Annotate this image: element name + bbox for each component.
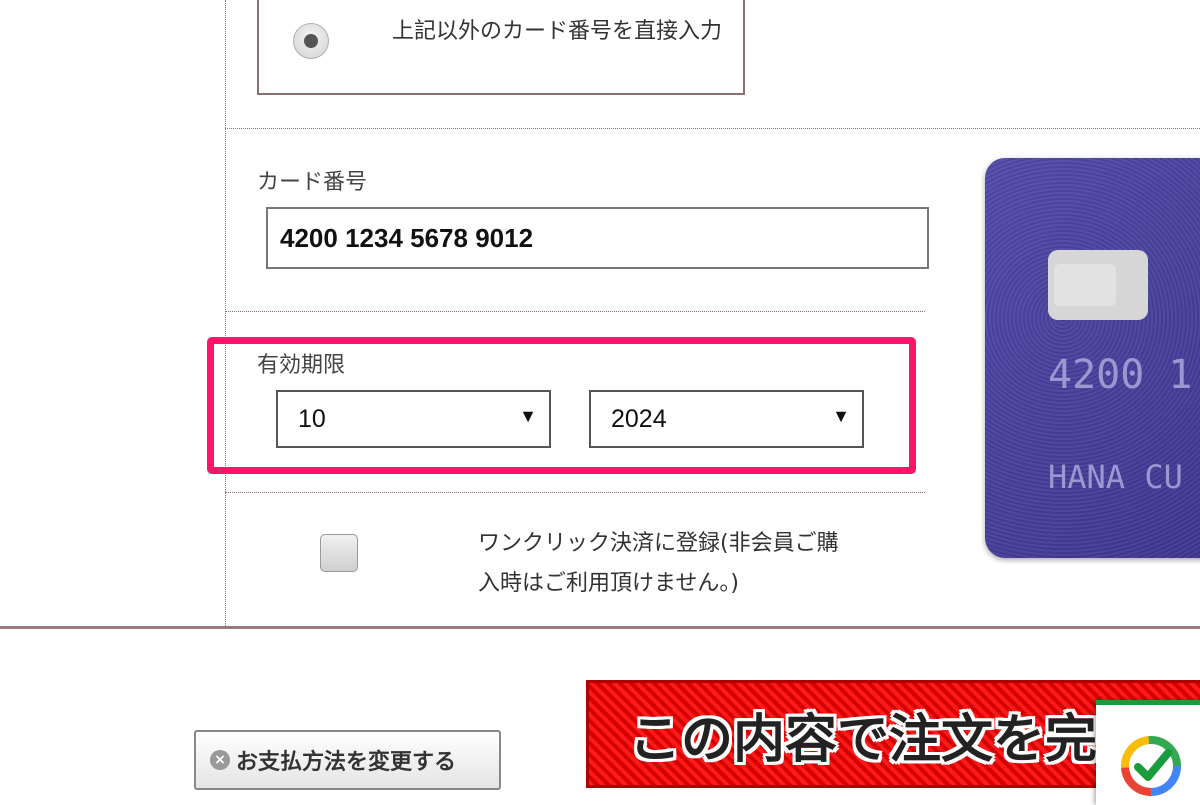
expiry-year-select[interactable]: 2024 ▼ xyxy=(589,390,864,448)
card-number-input[interactable]: 4200 1234 5678 9012 xyxy=(266,207,929,269)
credit-card-preview: 4200 1 HANA CU xyxy=(985,158,1200,558)
one-click-checkbox[interactable] xyxy=(320,534,358,572)
card-preview-name: HANA CU xyxy=(1048,458,1183,496)
change-payment-button[interactable]: × お支払方法を変更する xyxy=(194,730,501,790)
verified-check-icon xyxy=(1121,736,1181,796)
card-preview-number: 4200 1 xyxy=(1048,352,1193,398)
dropdown-arrow-icon: ▼ xyxy=(519,406,537,426)
radio-dot xyxy=(304,34,318,48)
one-click-label: ワンクリック決済に登録(非会員ご購入時はご利用頂けません。) xyxy=(478,531,839,596)
confirm-order-label: この内容で注文を完 xyxy=(629,710,1098,770)
expiry-year-value: 2024 xyxy=(611,405,667,433)
section-divider-vertical xyxy=(225,0,226,628)
section-divider xyxy=(225,492,925,493)
card-chip-icon xyxy=(1048,250,1148,320)
close-circle-icon: × xyxy=(210,750,230,770)
expiry-month-select[interactable]: 10 ▼ xyxy=(276,390,551,448)
direct-card-entry-label: 上記以外のカード番号を直接入力 xyxy=(392,19,723,44)
card-number-label: カード番号 xyxy=(257,170,368,195)
section-divider xyxy=(225,128,1200,129)
expiry-label: 有効期限 xyxy=(257,353,346,378)
dropdown-arrow-icon: ▼ xyxy=(832,406,850,426)
verified-badge[interactable] xyxy=(1096,700,1200,805)
radio-selected-icon[interactable] xyxy=(293,23,329,59)
expiry-month-value: 10 xyxy=(298,405,326,433)
direct-card-entry-option[interactable]: 上記以外のカード番号を直接入力 xyxy=(257,0,745,95)
section-divider xyxy=(225,311,925,312)
change-payment-label: お支払方法を変更する xyxy=(236,750,457,775)
footer-divider xyxy=(0,626,1200,629)
